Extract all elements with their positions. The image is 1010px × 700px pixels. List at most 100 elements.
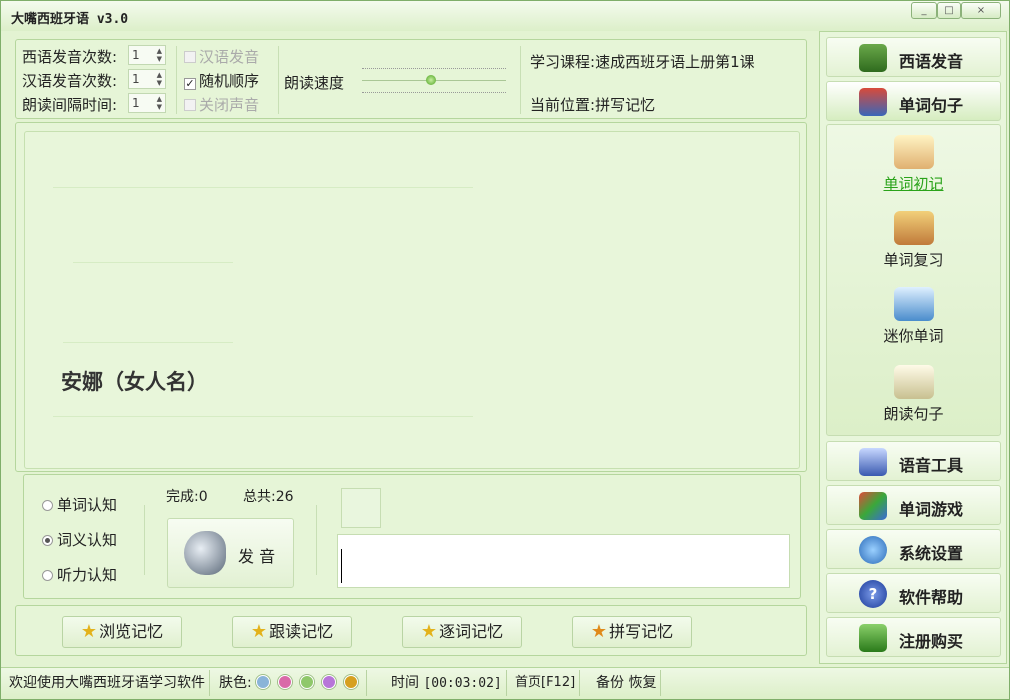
card-panel: 安娜（女人名）	[15, 122, 807, 472]
word-card: 安娜（女人名）	[24, 131, 800, 469]
sidebar-help[interactable]: ? 软件帮助	[826, 573, 1001, 613]
slider-thumb[interactable]	[426, 75, 436, 85]
sidebar-item-mini-words[interactable]: 迷你单词	[826, 287, 1001, 346]
settings-panel: 西语发音次数: 1 ▲ ▼ 汉语发音次数: 1 ▲ ▼ 朗读间隔时间: 1 ▲ ▼ 汉语发音…	[15, 39, 807, 119]
position-info: 当前位置:拼写记忆	[530, 94, 655, 115]
chinese-count-value: 1	[132, 72, 140, 86]
sidebar-words-sentences[interactable]: 单词句子	[826, 81, 1001, 121]
open-book-pen-icon	[893, 365, 934, 399]
speed-label: 朗读速度	[284, 74, 345, 92]
word-by-word-memory-button[interactable]: ★ 逐词记忆	[402, 616, 522, 648]
skin-color-green[interactable]	[299, 675, 314, 689]
radio-label: 词义认知	[57, 531, 118, 549]
welcome-text: 欢迎使用大嘴西班牙语学习软件	[5, 670, 210, 696]
sidebar-voice-tools[interactable]: 语音工具	[826, 441, 1001, 481]
cd-tool-icon	[859, 448, 887, 476]
chinese-count-label: 汉语发音次数:	[22, 72, 118, 90]
radio-dot	[42, 535, 53, 546]
home-button[interactable]: 首页[F12]	[511, 670, 581, 696]
main-area: 西语发音次数: 1 ▲ ▼ 汉语发音次数: 1 ▲ ▼ 朗读间隔时间: 1 ▲ ▼ 汉语发音…	[9, 34, 812, 664]
spanish-count-stepper[interactable]: 1 ▲ ▼	[128, 45, 166, 65]
spanish-count-value: 1	[132, 48, 140, 62]
speed-slider[interactable]	[362, 68, 506, 93]
window-title: 大嘴西班牙语 v3.0	[11, 12, 129, 27]
spelling-memory-button[interactable]: ★ 拼写记忆	[572, 616, 692, 648]
button-label: 浏览记忆	[99, 622, 164, 641]
done-label: 完成:	[166, 489, 199, 505]
mode-listening-radio[interactable]: 听力认知	[42, 564, 117, 585]
sidebar-word-games[interactable]: 单词游戏	[826, 485, 1001, 525]
close-button[interactable]: ×	[961, 2, 1001, 19]
backup-button[interactable]: 备份	[596, 675, 624, 691]
sidebar-register[interactable]: 注册购买	[826, 617, 1001, 657]
books-stack-icon	[859, 88, 887, 116]
mode-word-radio[interactable]: 单词认知	[42, 494, 117, 515]
maximize-button[interactable]: □	[937, 2, 961, 19]
letter-hint-box	[341, 488, 381, 528]
skin-color-pink[interactable]	[277, 675, 292, 689]
open-book-bulb-icon	[893, 135, 934, 169]
star-icon: ★	[80, 621, 98, 642]
position-value: 拼写记忆	[595, 96, 656, 114]
skin-color-purple[interactable]	[321, 675, 336, 689]
button-label: 拼写记忆	[609, 622, 674, 641]
gears-icon	[859, 536, 887, 564]
spelling-input[interactable]	[337, 534, 790, 588]
browse-memory-button[interactable]: ★ 浏览记忆	[62, 616, 182, 648]
play-sound-button[interactable]: 发 音	[167, 518, 294, 588]
checkbox-box	[184, 51, 196, 63]
skin-color-blue[interactable]	[255, 675, 270, 689]
sidebar-label: 系统设置	[899, 544, 964, 563]
sidebar-spanish-pronunciation[interactable]: 西语发音	[826, 37, 1001, 77]
sidebar-item-word-first[interactable]: 单词初记	[826, 135, 1001, 194]
checkbox-box	[184, 99, 196, 111]
interval-label: 朗读间隔时间:	[22, 96, 118, 114]
divider	[278, 46, 279, 114]
spanish-count-label: 西语发音次数:	[22, 48, 118, 66]
sidebar-label: 单词游戏	[899, 500, 964, 519]
play-sound-label: 发 音	[238, 547, 276, 566]
checkbox-label: 汉语发音	[199, 48, 260, 66]
guide-line	[63, 342, 233, 343]
checkmark-icon: ✓	[184, 77, 196, 90]
sidebar-item-label: 单词复习	[883, 251, 944, 269]
divider	[316, 505, 317, 575]
course-value: 速成西班牙语上册第1课	[595, 53, 755, 71]
star-icon: ★	[250, 621, 268, 642]
app-window: 大嘴西班牙语 v3.0 _ □ × 西语发音次数: 1 ▲ ▼ 汉语发音次数: 1 ▲…	[0, 0, 1010, 700]
divider	[176, 46, 177, 114]
sidebar: 西语发音 单词句子 单词初记 单词复习 迷你单词 朗读句子 语音工具 单词游戏 …	[819, 31, 1007, 664]
status-bar: 欢迎使用大嘴西班牙语学习软件 肤色: 时间 [00:03:02] 首页[F12]…	[1, 667, 1009, 699]
sidebar-system-settings[interactable]: 系统设置	[826, 529, 1001, 569]
mode-meaning-radio[interactable]: 词义认知	[42, 529, 117, 550]
course-info: 学习课程:速成西班牙语上册第1课	[530, 51, 755, 72]
divider	[144, 505, 145, 575]
minimize-button[interactable]: _	[911, 2, 937, 19]
mute-checkbox[interactable]: 关闭声音	[184, 94, 259, 115]
chinese-count-stepper[interactable]: 1 ▲ ▼	[128, 69, 166, 89]
register-icon	[859, 624, 887, 652]
done-count: 完成:0	[166, 486, 208, 506]
sidebar-item-word-review[interactable]: 单词复习	[826, 211, 1001, 270]
total-count: 总共:26	[243, 486, 294, 506]
word-meaning: 安娜（女人名）	[61, 369, 208, 394]
follow-read-memory-button[interactable]: ★ 跟读记忆	[232, 616, 352, 648]
help-icon: ?	[859, 580, 887, 608]
title-bar: 大嘴西班牙语 v3.0 _ □ ×	[1, 1, 1009, 31]
total-label: 总共:	[243, 489, 276, 505]
radio-label: 单词认知	[57, 496, 118, 514]
position-label: 当前位置:	[530, 96, 596, 114]
divider	[520, 46, 521, 114]
sidebar-item-label: 单词初记	[883, 175, 944, 193]
random-order-checkbox[interactable]: ✓ 随机顺序	[184, 70, 259, 91]
chinese-voice-checkbox[interactable]: 汉语发音	[184, 46, 259, 67]
checkbox-label: 随机顺序	[199, 72, 260, 90]
interval-stepper[interactable]: 1 ▲ ▼	[128, 93, 166, 113]
sidebar-label: 单词句子	[899, 96, 964, 115]
guide-line	[73, 262, 233, 263]
sidebar-item-read-sentences[interactable]: 朗读句子	[826, 365, 1001, 424]
sidebar-item-label: 朗读句子	[883, 405, 944, 423]
sidebar-label: 语音工具	[899, 456, 964, 475]
restore-button[interactable]: 恢复	[628, 675, 656, 691]
skin-color-orange[interactable]	[343, 675, 358, 689]
